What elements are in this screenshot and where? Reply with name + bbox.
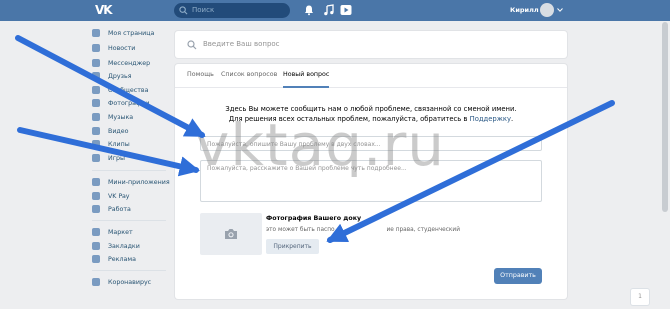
sidebar-item-label: Игры <box>108 154 125 162</box>
sidebar-item-vk-pay[interactable]: VK Pay <box>92 190 172 202</box>
sidebar-item-mini-apps[interactable]: Мини-приложения <box>92 176 172 188</box>
sidebar-item-label: Моя страница <box>108 29 155 37</box>
scrollbar[interactable] <box>662 22 668 212</box>
problem-title-placeholder: Пожалуйста, опишите Вашу проблему в двух… <box>207 141 381 148</box>
photo-description-start: это может быть паспо <box>266 227 335 233</box>
problem-description-placeholder: Пожалуйста, расскажите о Вашей проблеме … <box>207 165 407 172</box>
user-name[interactable]: Кирилл <box>510 5 539 16</box>
tab-bar: Помощь Список вопросов Новый вопрос <box>175 64 567 88</box>
sidebar-item-games[interactable]: Игры <box>92 152 172 164</box>
search-icon <box>179 6 188 15</box>
search-box[interactable]: Поиск <box>174 3 290 18</box>
tab-new-question[interactable]: Новый вопрос <box>283 64 330 88</box>
games-icon <box>92 154 100 162</box>
music-icon[interactable] <box>323 4 335 16</box>
sidebar-divider <box>92 170 166 171</box>
problem-description-field[interactable]: Пожалуйста, расскажите о Вашей проблеме … <box>200 160 542 202</box>
covid-icon <box>92 278 100 286</box>
sidebar-divider <box>92 220 166 221</box>
info-text-tail: . <box>511 115 514 123</box>
photo-title: Фотография Вашего доку <box>266 215 362 222</box>
sidebar-item-messenger[interactable]: Мессенджер <box>92 57 172 69</box>
clips-icon <box>92 140 100 148</box>
sidebar-item-label: Маркет <box>108 228 133 236</box>
info-text-line-1: Здесь Вы можете сообщить нам о любой про… <box>225 105 517 113</box>
info-text-line-2: Для решения всех остальных проблем, пожа… <box>175 114 567 124</box>
sidebar-item-clips[interactable]: Клипы <box>92 138 172 150</box>
sidebar-item-label: Фотографии <box>108 99 150 107</box>
sidebar-item-market[interactable]: Маркет <box>92 226 172 238</box>
sidebar-item-label: Мессенджер <box>108 59 151 67</box>
tab-question-list[interactable]: Список вопросов <box>221 64 277 88</box>
news-icon <box>92 44 100 52</box>
tab-help[interactable]: Помощь <box>187 64 214 88</box>
sidebar-item-label: Новости <box>108 44 136 52</box>
sidebar-item-groups[interactable]: Сообщества <box>92 84 172 96</box>
sidebar-item-ads[interactable]: Реклама <box>92 253 172 265</box>
search-input[interactable]: Поиск <box>192 4 214 17</box>
play-icon[interactable] <box>340 4 352 16</box>
bookmarks-icon <box>92 242 100 250</box>
work-icon <box>92 205 100 213</box>
camera-icon <box>225 229 237 239</box>
sidebar-item-label: Друзья <box>108 72 132 80</box>
chat-count: 1 <box>638 293 642 300</box>
sidebar-item-label: Мини-приложения <box>108 178 170 186</box>
market-icon <box>92 228 100 236</box>
sidebar-item-label: Клипы <box>108 140 130 148</box>
message-icon <box>92 59 100 67</box>
sidebar-divider <box>92 270 166 271</box>
sidebar-item-work[interactable]: Работа <box>92 203 172 215</box>
photo-description: это может быть паспо ие права, студенческ… <box>266 226 460 235</box>
photo-description-end: ие права, студенческий <box>386 227 460 233</box>
attach-button[interactable]: Прикрепить <box>266 239 319 254</box>
chevron-down-icon[interactable] <box>557 7 563 13</box>
search-icon <box>187 40 197 50</box>
chat-button[interactable]: 1 <box>631 289 649 305</box>
sidebar-item-label: Музыка <box>108 113 134 121</box>
video-icon <box>92 127 100 135</box>
photo-upload-area[interactable] <box>200 213 262 255</box>
sidebar-item-coronavirus[interactable]: Коронавирус <box>92 276 172 288</box>
groups-icon <box>92 86 100 94</box>
ads-icon <box>92 255 100 263</box>
avatar[interactable] <box>540 3 554 17</box>
sidebar-item-label: Видео <box>108 127 129 135</box>
sidebar-item-my-page[interactable]: Моя страница <box>92 27 172 39</box>
top-bar: VK Поиск Кирилл <box>0 0 670 21</box>
apps-icon <box>92 178 100 186</box>
sidebar-item-bookmarks[interactable]: Закладки <box>92 240 172 252</box>
photo-icon <box>92 99 100 107</box>
info-text: Для решения всех остальных проблем, пожа… <box>228 115 470 123</box>
vk-logo[interactable]: VK <box>95 3 115 17</box>
bell-icon[interactable] <box>303 4 315 16</box>
question-input[interactable]: Введите Ваш вопрос <box>203 38 280 51</box>
problem-title-field[interactable]: Пожалуйста, опишите Вашу проблему в двух… <box>200 136 542 151</box>
sidebar-item-label: Реклама <box>108 255 136 263</box>
new-question-card: Помощь Список вопросов Новый вопрос Здес… <box>175 64 567 299</box>
sidebar-item-label: Коронавирус <box>108 278 152 286</box>
sidebar-item-news[interactable]: Новости <box>92 42 172 54</box>
sidebar-item-video[interactable]: Видео <box>92 125 172 137</box>
ask-question-card[interactable]: Введите Ваш вопрос <box>175 31 567 58</box>
sidebar-item-label: Закладки <box>108 242 140 250</box>
home-icon <box>92 29 100 37</box>
friends-icon <box>92 72 100 80</box>
submit-button[interactable]: Отправить <box>494 268 542 284</box>
sidebar-item-label: VK Pay <box>108 192 130 200</box>
support-link[interactable]: Поддержку <box>470 115 511 123</box>
vkpay-icon <box>92 192 100 200</box>
music-icon <box>92 113 100 121</box>
sidebar-item-friends[interactable]: Друзья <box>92 70 172 82</box>
sidebar-item-label: Сообщества <box>108 86 149 94</box>
sidebar-item-label: Работа <box>108 205 131 213</box>
sidebar-item-music[interactable]: Музыка <box>92 111 172 123</box>
sidebar-item-photos[interactable]: Фотографии <box>92 97 172 109</box>
